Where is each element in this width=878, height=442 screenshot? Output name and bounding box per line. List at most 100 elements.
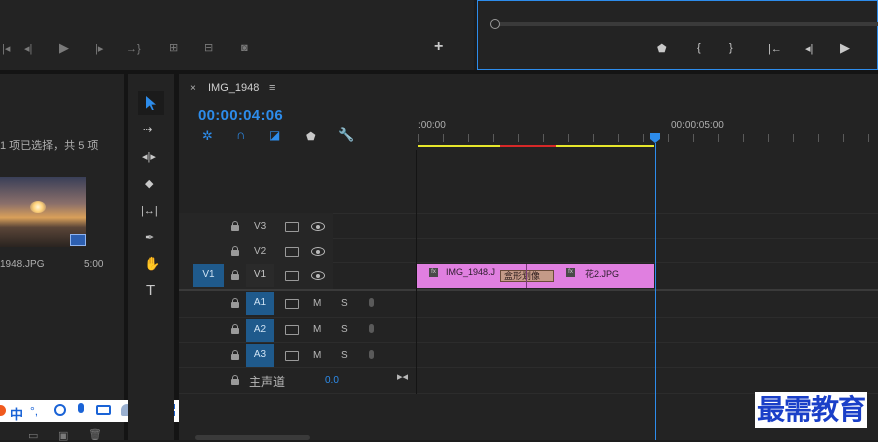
linked-select-icon[interactable]: ◪ <box>269 129 280 141</box>
thumb-name: 1948.JPG <box>0 259 45 270</box>
selection-status: 1 项已选择，共 5 项 <box>0 140 99 152</box>
ruler-ticks[interactable] <box>418 134 878 142</box>
render-bar-red <box>500 145 556 147</box>
track-sep <box>179 289 878 291</box>
transition-box[interactable]: 盒形划像 <box>500 270 554 282</box>
timeline-marker-icon[interactable]: ⬟ <box>306 131 316 143</box>
ripple-edit-icon[interactable]: ◂|▸ <box>142 151 156 163</box>
go-to-out-icon[interactable]: →} <box>126 43 141 55</box>
type-tool-icon[interactable]: T <box>146 283 155 298</box>
master-track-label: 主声道 <box>249 375 286 389</box>
mic-icon[interactable] <box>369 324 374 333</box>
mute-button[interactable]: M <box>313 324 321 335</box>
edit-point[interactable] <box>526 264 527 288</box>
track-sep <box>179 317 878 318</box>
ime-punct[interactable]: °, <box>30 404 38 418</box>
close-tab-icon[interactable]: × <box>190 83 196 95</box>
track-target-v1[interactable]: V1 <box>246 264 274 287</box>
source-monitor-panel <box>0 0 474 70</box>
fx-badge-icon: fx <box>429 268 438 277</box>
transition-label: 盒形划像 <box>504 271 541 281</box>
lock-icon[interactable] <box>231 375 239 385</box>
playhead-timecode[interactable]: 00:00:04:06 <box>198 107 283 124</box>
track-name-v3: V3 <box>254 221 267 232</box>
solo-button[interactable]: S <box>341 298 348 309</box>
play-icon[interactable]: ▶ <box>59 41 69 54</box>
new-item-icon[interactable]: ▣ <box>58 430 68 442</box>
step-back-icon[interactable]: ◂| <box>24 43 32 55</box>
mic-icon[interactable] <box>369 350 374 359</box>
master-volume-value[interactable]: 0.0 <box>325 375 339 386</box>
program-scrubber-handle[interactable] <box>490 19 500 29</box>
lock-icon[interactable] <box>231 270 239 280</box>
mic-icon[interactable] <box>369 298 374 307</box>
snap-icon[interactable]: ∩ <box>236 128 245 141</box>
solo-button[interactable]: S <box>341 350 348 361</box>
thumb-duration: 5:00 <box>84 259 104 270</box>
new-folder-icon[interactable]: ▭ <box>28 430 38 442</box>
slip-icon[interactable]: |↔| <box>141 205 158 217</box>
timeline-tab-title[interactable]: IMG_1948 <box>208 82 259 94</box>
ime-keyboard-icon[interactable] <box>96 405 111 415</box>
ruler-mark-label: 00:00:05:00 <box>671 120 724 131</box>
lock-icon[interactable] <box>231 298 239 308</box>
overwrite-icon[interactable]: ⊟ <box>204 42 213 54</box>
ruler-start-label: :00:00 <box>418 120 446 131</box>
sync-lock-icon[interactable] <box>285 351 299 361</box>
eye-icon[interactable] <box>311 247 325 256</box>
lock-icon[interactable] <box>231 350 239 360</box>
ime-lang[interactable]: 中 <box>10 404 23 423</box>
timeline-scrollbar[interactable] <box>195 435 310 440</box>
pen-icon[interactable]: ✒ <box>145 232 154 244</box>
track-target-a1[interactable]: A1 <box>246 292 274 315</box>
add-marker-icon[interactable]: ⬟ <box>657 43 667 55</box>
track-target-a2[interactable]: A2 <box>246 319 274 342</box>
lock-icon[interactable] <box>231 246 239 256</box>
insert-icon[interactable]: ⊞ <box>169 42 178 54</box>
step-back-frame-icon[interactable]: |◂ <box>2 43 10 55</box>
wrench-icon[interactable]: 🔧 <box>338 128 354 141</box>
track-name-v2: V2 <box>254 246 267 257</box>
razor-icon[interactable]: ◆ <box>145 178 153 190</box>
nest-icon[interactable]: ✲ <box>202 129 213 142</box>
program-monitor-panel <box>477 0 878 70</box>
sync-lock-icon[interactable] <box>285 222 299 232</box>
trash-icon[interactable]: 🗑 <box>88 429 102 441</box>
go-to-end-icon[interactable]: ▸◂ <box>397 371 408 383</box>
track-sep <box>179 342 878 343</box>
fx-badge-icon: fx <box>566 268 575 277</box>
sync-lock-icon[interactable] <box>285 271 299 281</box>
source-patch-v1[interactable]: V1 <box>193 264 224 287</box>
mark-out-icon[interactable]: } <box>729 42 733 54</box>
lock-icon[interactable] <box>231 324 239 334</box>
selection-tool[interactable] <box>138 91 164 115</box>
tab-menu-icon[interactable]: ≡ <box>269 82 275 94</box>
export-frame-icon[interactable]: ◙ <box>241 42 248 54</box>
ime-voice-icon[interactable] <box>78 403 84 413</box>
step-back-program-icon[interactable]: ◂| <box>805 43 813 55</box>
play-program-icon[interactable]: ▶ <box>840 41 850 54</box>
lock-icon[interactable] <box>231 221 239 231</box>
eye-icon[interactable] <box>311 271 325 280</box>
playhead-line[interactable] <box>655 143 656 440</box>
add-button-icon[interactable]: + <box>434 39 443 55</box>
step-forward-icon[interactable]: |▸ <box>95 43 103 55</box>
sun-shape <box>30 201 46 213</box>
eye-icon[interactable] <box>311 222 325 231</box>
thumb-film-badge-icon <box>70 234 86 246</box>
sync-lock-icon[interactable] <box>285 247 299 257</box>
track-sep <box>179 367 878 368</box>
track-select-icon[interactable]: ⇢ <box>143 124 152 136</box>
mute-button[interactable]: M <box>313 350 321 361</box>
sync-lock-icon[interactable] <box>285 299 299 309</box>
program-scrubber-track[interactable] <box>494 22 878 26</box>
mute-button[interactable]: M <box>313 298 321 309</box>
sync-lock-icon[interactable] <box>285 325 299 335</box>
hand-icon[interactable]: ✋ <box>144 257 160 270</box>
track-target-a3[interactable]: A3 <box>246 344 274 367</box>
clip1-name: IMG_1948.J <box>446 267 496 277</box>
mark-in-icon[interactable]: { <box>697 42 701 54</box>
solo-button[interactable]: S <box>341 324 348 335</box>
ime-emoji-icon[interactable] <box>54 404 66 416</box>
go-to-in-icon[interactable]: |← <box>768 43 782 55</box>
